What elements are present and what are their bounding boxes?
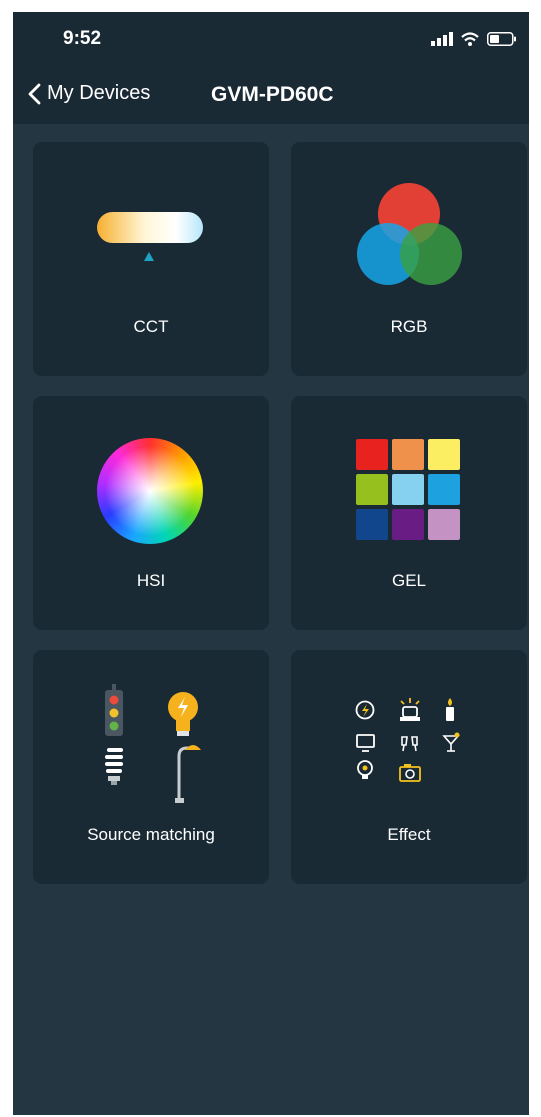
tile-hsi[interactable]: HSI <box>33 396 269 630</box>
back-label: My Devices <box>47 82 151 104</box>
tile-label: Source matching <box>87 825 215 844</box>
status-time: 9:52 <box>63 28 102 49</box>
page-title: GVM-PD60C <box>211 83 334 106</box>
bulb-flash-icon <box>357 760 373 779</box>
battery-icon <box>487 32 516 46</box>
chevron-left-icon <box>28 83 41 104</box>
street-lamp-icon <box>175 745 201 803</box>
tile-gel[interactable]: GEL <box>291 396 527 630</box>
tile-cct[interactable]: CCT <box>33 142 269 376</box>
source-matching-icon <box>105 684 201 803</box>
camera-icon <box>399 764 421 782</box>
tile-rgb[interactable]: RGB <box>291 142 527 376</box>
gel-grid-icon <box>356 439 460 540</box>
status-icons <box>431 30 517 48</box>
signal-icon <box>431 32 453 46</box>
tile-label: GEL <box>391 571 427 590</box>
candle-icon <box>446 698 454 721</box>
tile-label: HSI <box>136 571 166 590</box>
traffic-light-icon <box>105 684 123 736</box>
tile-label: CCT <box>133 317 169 336</box>
light-bulb-icon <box>168 692 198 736</box>
back-button[interactable]: My Devices <box>27 82 150 105</box>
tile-effect[interactable]: Effect <box>291 650 527 884</box>
cfl-bulb-icon <box>105 748 123 785</box>
color-wheel-icon <box>97 438 203 544</box>
lightning-icon <box>355 700 375 720</box>
wifi-icon <box>461 32 479 46</box>
effect-icons <box>355 698 460 782</box>
tv-icon <box>356 734 375 752</box>
tile-label: Effect <box>387 825 431 844</box>
police-light-icon <box>400 698 420 721</box>
cct-light-bar-icon <box>97 212 203 261</box>
rgb-circles-icon <box>357 183 462 285</box>
tile-label: RGB <box>390 317 428 336</box>
phone-screen: 9:52 My Devices GVM-PD60C CCT RGB HSI GE… <box>13 12 529 1115</box>
tile-source-matching[interactable]: Source matching <box>33 650 269 884</box>
top-bar: 9:52 My Devices GVM-PD60C <box>13 12 529 124</box>
cocktail-icon <box>442 732 460 752</box>
party-glasses-icon <box>401 736 418 752</box>
